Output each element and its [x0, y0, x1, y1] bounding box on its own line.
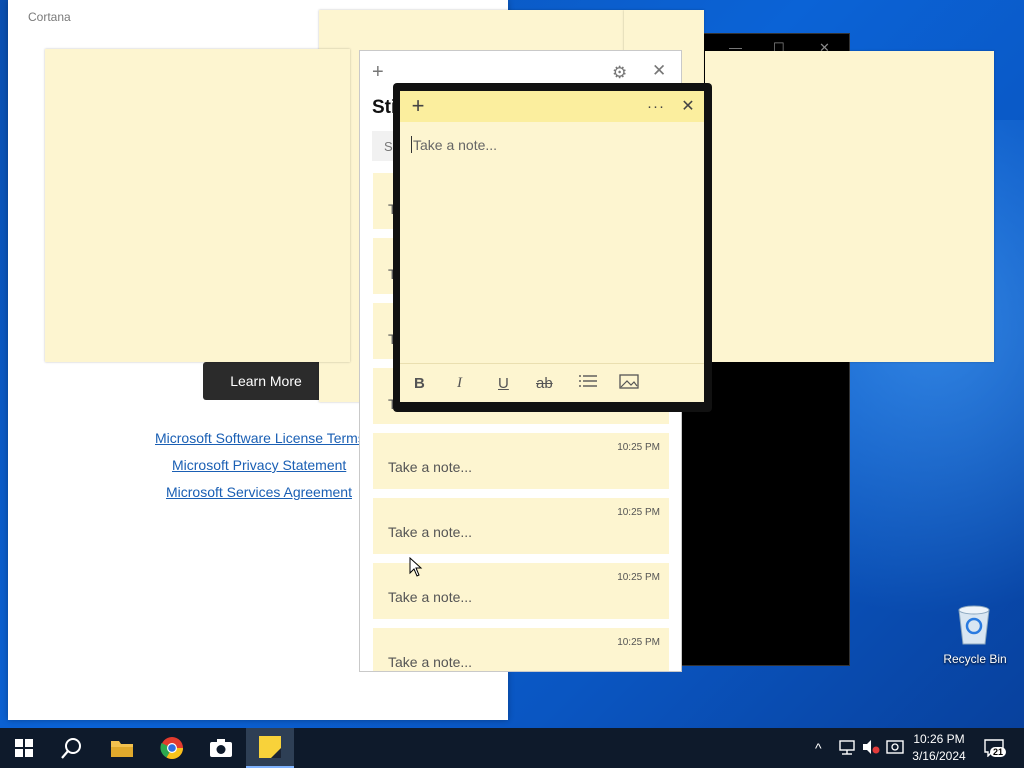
- mouse-cursor-icon: [409, 556, 423, 582]
- list-item[interactable]: 10:25 PM Take a note...: [373, 433, 669, 489]
- note-time: 10:25 PM: [617, 507, 660, 518]
- close-icon[interactable]: ✕: [652, 61, 666, 81]
- taskbar: ^ 10:26 PM 3/16/2024 21: [0, 728, 1024, 768]
- text-cursor: [411, 136, 412, 153]
- privacy-statement-link[interactable]: Microsoft Privacy Statement: [172, 457, 346, 473]
- notification-badge: 21: [990, 747, 1007, 757]
- recycle-bin-label: Recycle Bin: [943, 652, 1007, 666]
- image-icon[interactable]: [619, 374, 639, 394]
- active-sticky-note: + ··· ✕ Take a note... B I U ab: [393, 83, 712, 412]
- search-placeholder: S: [384, 139, 393, 154]
- note-preview: Take a note...: [388, 524, 473, 540]
- volume-muted-icon[interactable]: [862, 739, 880, 760]
- clock-time: 10:26 PM: [913, 732, 965, 746]
- notifications-icon[interactable]: 21: [984, 739, 1007, 762]
- new-note-icon[interactable]: +: [372, 61, 384, 84]
- note-title-bar[interactable]: + ··· ✕: [400, 91, 704, 122]
- file-explorer-icon[interactable]: [98, 728, 146, 768]
- more-options-icon[interactable]: ···: [644, 93, 668, 119]
- search-icon: [61, 738, 81, 759]
- windows-icon: [15, 739, 33, 757]
- strikethrough-button[interactable]: ab: [536, 375, 553, 392]
- add-note-icon[interactable]: +: [406, 93, 430, 119]
- chevron-up-icon[interactable]: ^: [815, 740, 822, 756]
- bullet-list-icon[interactable]: [578, 373, 598, 393]
- cortana-title: Cortana: [28, 10, 71, 24]
- note-time: 10:25 PM: [617, 572, 660, 583]
- close-note-icon[interactable]: ✕: [676, 93, 700, 119]
- action-center-status-icon[interactable]: [886, 739, 904, 760]
- list-item[interactable]: 10:25 PM Take a note...: [373, 498, 669, 554]
- learn-more-button[interactable]: Learn More: [203, 362, 329, 400]
- network-icon[interactable]: [838, 739, 856, 760]
- note-time: 10:25 PM: [617, 442, 660, 453]
- clock[interactable]: 10:26 PM 3/16/2024: [910, 732, 968, 763]
- sticky-notes-taskbar-icon[interactable]: [246, 728, 294, 768]
- note-preview: Take a note...: [388, 589, 473, 605]
- sticky-note-right[interactable]: [705, 51, 994, 362]
- active-note-body[interactable]: + ··· ✕ Take a note... B I U ab: [400, 91, 704, 402]
- italic-button[interactable]: I: [457, 375, 462, 392]
- note-input[interactable]: Take a note...: [413, 137, 497, 153]
- sticky-note-left[interactable]: [45, 49, 350, 362]
- services-agreement-link[interactable]: Microsoft Services Agreement: [166, 484, 352, 500]
- bold-button[interactable]: B: [414, 375, 425, 392]
- search-button[interactable]: [48, 728, 96, 768]
- list-item[interactable]: 10:25 PM Take a note...: [373, 628, 669, 671]
- note-preview: Take a note...: [388, 654, 473, 670]
- underline-button[interactable]: U: [498, 375, 509, 392]
- format-toolbar: B I U ab: [400, 363, 704, 403]
- chrome-icon[interactable]: [148, 728, 196, 768]
- camera-app-icon[interactable]: [197, 728, 245, 768]
- settings-icon[interactable]: ⚙: [612, 63, 627, 83]
- start-button[interactable]: [0, 728, 48, 768]
- note-time: 10:25 PM: [617, 637, 660, 648]
- note-preview: Take a note...: [388, 459, 473, 475]
- recycle-bin-icon[interactable]: [953, 602, 995, 651]
- license-terms-link[interactable]: Microsoft Software License Terms: [155, 430, 365, 446]
- clock-date: 3/16/2024: [912, 749, 966, 763]
